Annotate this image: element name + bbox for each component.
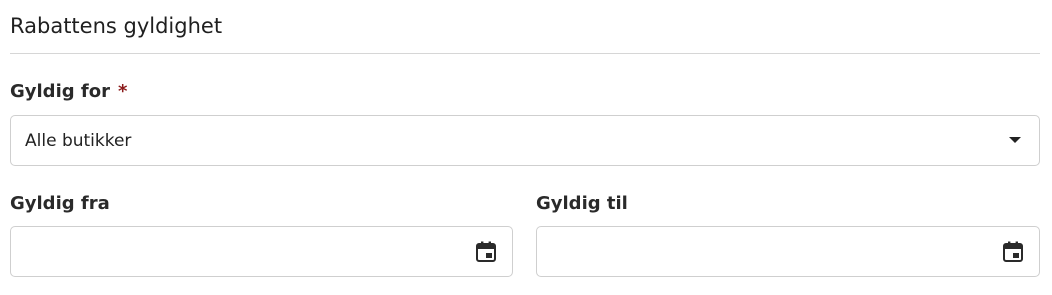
section-divider	[10, 53, 1040, 54]
section-title: Rabattens gyldighet	[10, 14, 223, 38]
valid-to-date-input[interactable]	[536, 226, 1040, 277]
valid-for-selected-value: Alle butikker	[25, 131, 132, 151]
valid-for-select[interactable]: Alle butikker	[10, 115, 1040, 166]
calendar-icon[interactable]	[474, 240, 498, 264]
valid-for-label-text: Gyldig for	[10, 81, 110, 102]
valid-from-label: Gyldig fra	[10, 193, 110, 214]
required-marker: *	[117, 81, 128, 102]
chevron-down-icon	[1009, 137, 1021, 143]
calendar-icon[interactable]	[1001, 240, 1025, 264]
valid-from-date-input[interactable]	[10, 226, 513, 277]
valid-to-label: Gyldig til	[536, 193, 628, 214]
valid-for-label: Gyldig for *	[10, 80, 127, 104]
